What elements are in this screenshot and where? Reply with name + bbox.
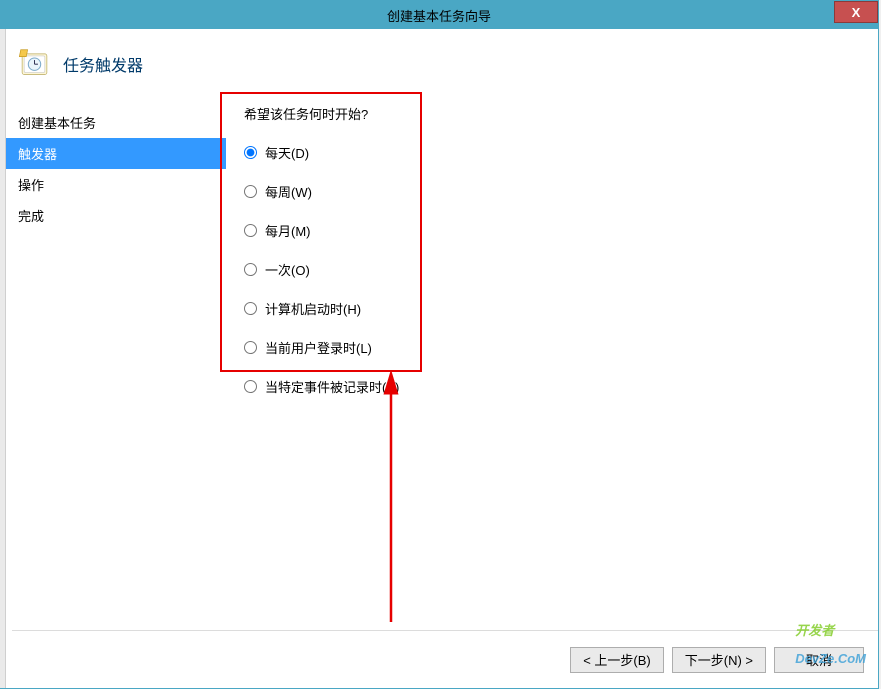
- window-title: 创建基本任务向导: [387, 6, 491, 25]
- trigger-option-label: 每周(W): [265, 182, 312, 201]
- trigger-option-label: 每月(M): [265, 221, 311, 240]
- trigger-options-group: 每天(D) 每周(W) 每月(M) 一次(O) 计算机启动时(H) 当前用户登录时(L) 当…: [244, 143, 878, 396]
- trigger-option-6[interactable]: 当特定事件被记录时(E): [244, 377, 878, 396]
- scheduler-clock-icon: [18, 47, 51, 80]
- wizard-header: 任务触发器: [6, 29, 878, 102]
- sidebar-step-3[interactable]: 完成: [6, 200, 226, 231]
- wizard-body: 创建基本任务触发器操作完成 希望该任务何时开始? 每天(D) 每周(W) 每月(M)…: [6, 102, 878, 621]
- trigger-option-4[interactable]: 计算机启动时(H): [244, 299, 878, 318]
- wizard-window: 创建基本任务向导 X 任务触发器 创建基本任务触发器操作完成 希望该任务何时开始…: [0, 0, 879, 689]
- close-icon: X: [852, 5, 861, 20]
- trigger-radio-5[interactable]: [244, 341, 257, 354]
- cancel-button[interactable]: 取消: [774, 647, 864, 673]
- trigger-option-label: 当前用户登录时(L): [265, 338, 372, 357]
- sidebar-step-1[interactable]: 触发器: [6, 138, 226, 169]
- trigger-radio-0[interactable]: [244, 146, 257, 159]
- trigger-option-5[interactable]: 当前用户登录时(L): [244, 338, 878, 357]
- trigger-radio-4[interactable]: [244, 302, 257, 315]
- wizard-footer: < 上一步(B) 下一步(N) > 取消: [12, 630, 878, 688]
- close-button[interactable]: X: [834, 1, 878, 23]
- trigger-option-0[interactable]: 每天(D): [244, 143, 878, 162]
- main-panel: 希望该任务何时开始? 每天(D) 每周(W) 每月(M) 一次(O) 计算机启动时(H)…: [226, 102, 878, 621]
- next-button[interactable]: 下一步(N) >: [672, 647, 766, 673]
- wizard-steps-sidebar: 创建基本任务触发器操作完成: [6, 102, 226, 621]
- trigger-question: 希望该任务何时开始?: [244, 104, 878, 123]
- back-button[interactable]: < 上一步(B): [570, 647, 664, 673]
- trigger-option-label: 当特定事件被记录时(E): [265, 377, 399, 396]
- content-area: 任务触发器 创建基本任务触发器操作完成 希望该任务何时开始? 每天(D) 每周(W…: [6, 29, 878, 688]
- trigger-radio-1[interactable]: [244, 185, 257, 198]
- trigger-radio-2[interactable]: [244, 224, 257, 237]
- trigger-option-2[interactable]: 每月(M): [244, 221, 878, 240]
- trigger-option-label: 每天(D): [265, 143, 309, 162]
- trigger-option-1[interactable]: 每周(W): [244, 182, 878, 201]
- trigger-radio-3[interactable]: [244, 263, 257, 276]
- annotation-arrow-icon: [366, 372, 416, 632]
- trigger-option-label: 一次(O): [265, 260, 310, 279]
- trigger-option-label: 计算机启动时(H): [265, 299, 361, 318]
- sidebar-step-2[interactable]: 操作: [6, 169, 226, 200]
- sidebar-step-0[interactable]: 创建基本任务: [6, 107, 226, 138]
- trigger-option-3[interactable]: 一次(O): [244, 260, 878, 279]
- page-title: 任务触发器: [63, 52, 143, 76]
- trigger-radio-6[interactable]: [244, 380, 257, 393]
- titlebar: 创建基本任务向导 X: [0, 1, 878, 29]
